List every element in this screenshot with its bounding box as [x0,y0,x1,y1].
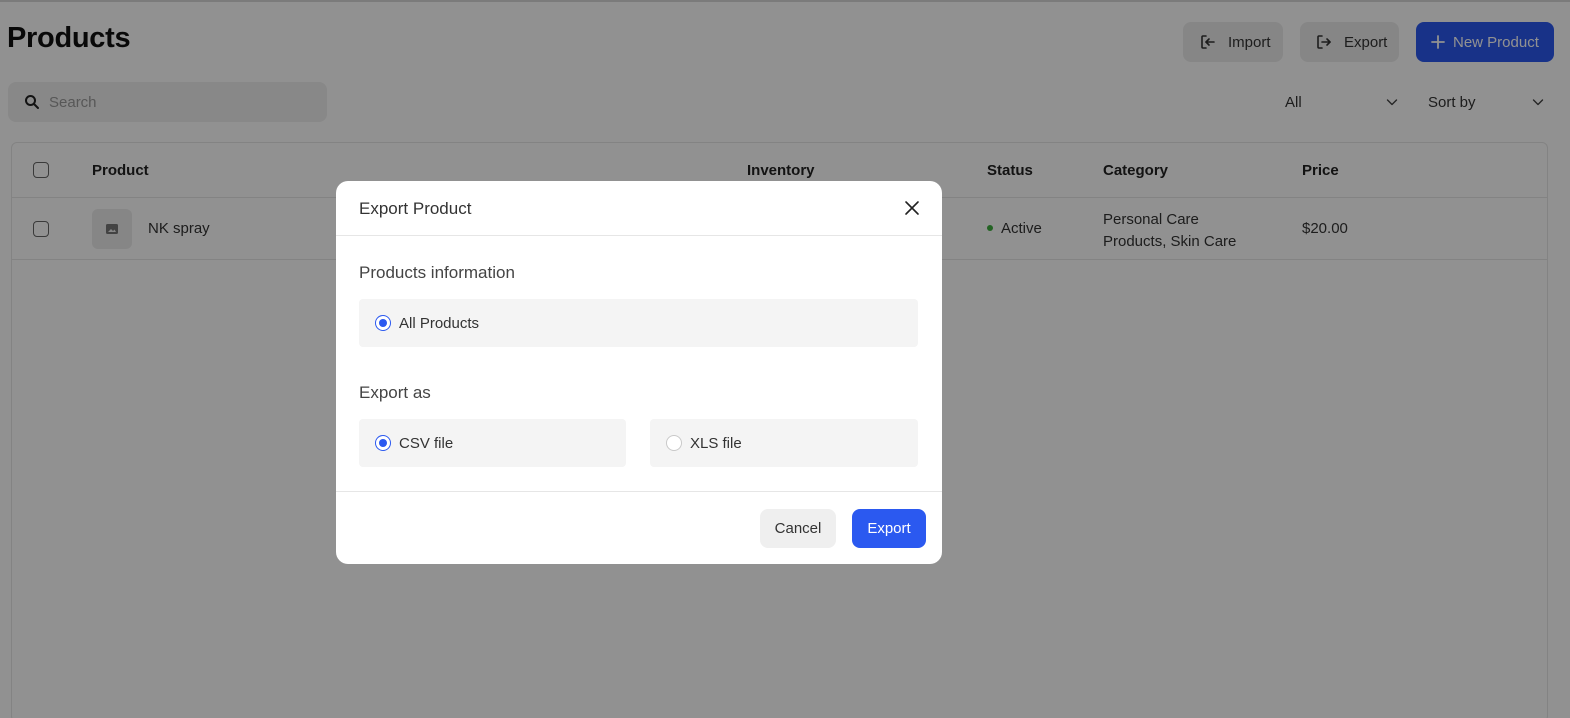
csv-file-label: CSV file [399,434,454,452]
csv-file-radio[interactable] [375,435,391,451]
xls-file-label: XLS file [690,434,742,452]
all-products-label: All Products [399,314,480,332]
xls-file-radio[interactable] [666,435,682,451]
dialog-header: Export Product [336,181,942,236]
xls-file-option[interactable]: XLS file [650,419,918,467]
all-products-radio[interactable] [375,315,391,331]
export-as-heading: Export as [359,383,431,402]
products-information-heading: Products information [359,263,515,282]
close-icon[interactable] [904,200,920,216]
confirm-export-button[interactable]: Export [852,509,926,548]
all-products-option[interactable]: All Products [359,299,918,347]
export-product-dialog: Export Product Products information All … [336,181,942,564]
dialog-title: Export Product [359,199,472,218]
cancel-button[interactable]: Cancel [760,509,836,548]
dialog-footer: Cancel Export [336,491,942,564]
csv-file-option[interactable]: CSV file [359,419,626,467]
